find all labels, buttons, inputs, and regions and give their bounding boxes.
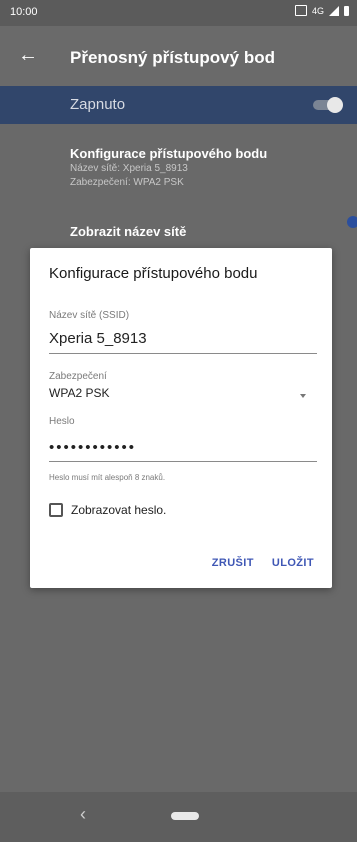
password-underline [49,461,317,462]
config-setting[interactable]: Konfigurace přístupového bodu Název sítě… [70,146,267,189]
dialog-actions: ZRUŠIT ULOŽIT [212,557,314,569]
chevron-down-icon[interactable] [300,394,306,398]
status-icons: 4G [294,5,349,16]
status-time: 10:00 [10,6,38,18]
show-name-title: Zobrazit název sítě [70,224,187,239]
ssid-input[interactable]: Xperia 5_8913 [49,330,147,347]
page-title: Přenosný přístupový bod [70,48,275,67]
network-label: 4G [311,5,324,16]
battery-icon [344,5,349,16]
status-bar: 10:00 4G [0,0,357,26]
cancel-button[interactable]: ZRUŠIT [212,557,254,569]
hotspot-switch[interactable] [313,97,343,113]
screen: 10:00 4G ← Přenosný přístupový bod Zapnu… [0,0,357,842]
hotspot-toggle-row[interactable]: Zapnuto [0,86,357,124]
show-name-toggle[interactable] [347,216,357,228]
app-bar: ← Přenosný přístupový bod [0,26,357,86]
nav-back-icon[interactable]: ‹ [80,804,86,825]
hotspot-toggle-label: Zapnuto [70,96,126,113]
back-arrow-icon[interactable]: ← [18,44,38,67]
save-button[interactable]: ULOŽIT [272,557,314,569]
switch-knob [327,97,343,113]
show-password-row[interactable]: Zobrazovat heslo. [49,503,166,517]
password-input[interactable]: •••••••••••• [49,439,136,456]
ssid-underline [49,353,317,354]
show-name-setting[interactable]: Zobrazit název sítě [70,224,186,239]
config-setting-security: Zabezpečení: WPA2 PSK [70,177,184,188]
ssid-label: Název sítě (SSID) [49,310,130,321]
nav-home-button[interactable] [171,812,199,820]
notification-icon [294,5,307,16]
signal-icon [329,5,339,16]
config-setting-ssid: Název sítě: Xperia 5_8913 [70,163,188,174]
password-hint: Heslo musí mít alespoň 8 znaků. [49,473,166,482]
config-setting-title: Konfigurace přístupového bodu [70,146,268,161]
navigation-bar: ‹ [0,792,357,842]
show-password-checkbox[interactable] [49,503,63,517]
hotspot-config-dialog: Konfigurace přístupového bodu Název sítě… [30,248,332,588]
security-select[interactable]: WPA2 PSK [49,386,109,400]
show-password-label: Zobrazovat heslo. [71,503,167,517]
password-label: Heslo [49,416,75,427]
security-label: Zabezpečení [49,371,107,382]
dialog-title: Konfigurace přístupového bodu [49,265,258,282]
